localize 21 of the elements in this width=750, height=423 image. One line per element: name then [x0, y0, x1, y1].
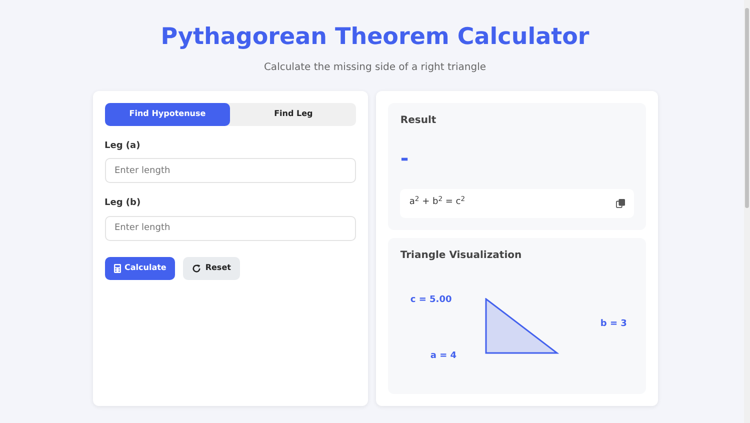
side-label: c = 5.00: [410, 294, 452, 307]
visualization-heading: Triangle Visualization: [400, 250, 523, 262]
mode-tab[interactable]: Find Hypotenuse: [104, 102, 230, 126]
page-subtitle: Calculate the missing side of a right triangle: [262, 60, 488, 75]
side-label: a = 4: [430, 350, 457, 363]
page-title: Pythagorean Theorem Calculator: [160, 24, 590, 52]
reset-icon: [192, 264, 202, 273]
calculate-button[interactable]: Calculate: [104, 256, 176, 280]
field-label: Leg (a): [104, 140, 142, 153]
field-label: Leg (b): [104, 197, 142, 210]
reset-button[interactable]: Reset: [183, 256, 240, 280]
length-input[interactable]: Enter length: [104, 158, 356, 184]
length-input[interactable]: Enter length: [104, 216, 356, 241]
calculator-icon: [114, 264, 120, 273]
mode-tab[interactable]: Find Leg: [230, 102, 356, 126]
formula-text: a$^{2}$ + b$^{2}$ = c$^{2}$: [409, 196, 465, 210]
side-label: b = 3: [600, 318, 627, 331]
result-heading: Result: [400, 114, 438, 127]
result-value: -: [400, 146, 409, 170]
scrollbar[interactable]: [744, 0, 750, 423]
copy-icon[interactable]: [616, 198, 625, 208]
